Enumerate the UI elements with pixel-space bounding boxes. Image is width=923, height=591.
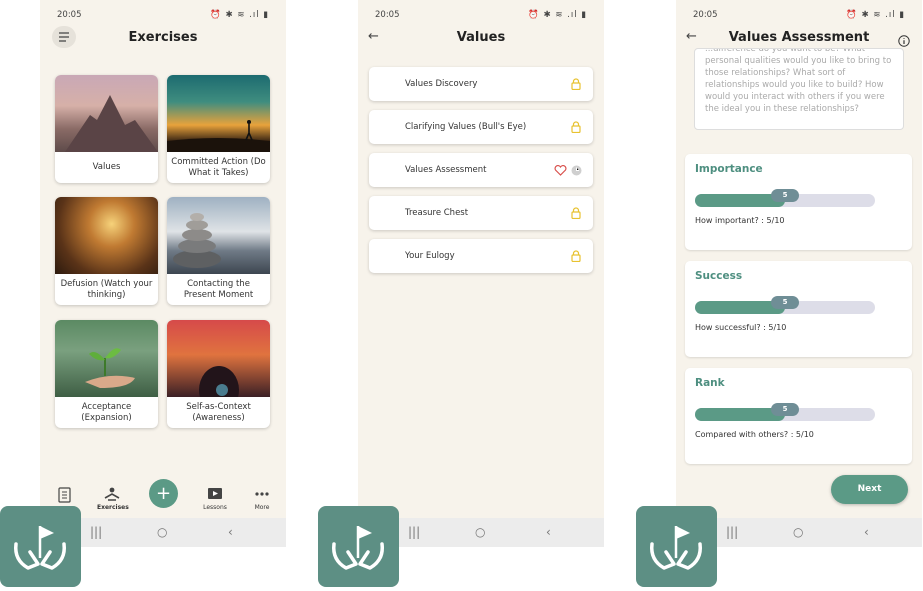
exercise-card-defusion[interactable]: Defusion (Watch your thinking)	[55, 197, 158, 305]
list-item-label: Values Discovery	[405, 79, 478, 89]
exercises-screen: 20:05 ⏰ ✱ ≋ .ıl ▮ Exercises Values Commi…	[40, 0, 286, 547]
lock-icon	[571, 207, 581, 219]
list-item-treasure-chest[interactable]: Treasure Chest	[369, 196, 593, 230]
recent-apps-button[interactable]: |||	[726, 525, 738, 539]
rank-slider[interactable]: 5	[695, 403, 875, 421]
rank-section: Rank 5 Compared with others? : 5/10	[685, 368, 912, 464]
importance-section: Importance 5 How important? : 5/10	[685, 154, 912, 250]
values-assessment-screen: 20:05 ⏰ ✱ ≋ .ıl ▮ ← Values Assessment ..…	[676, 0, 922, 547]
list-item-clarifying-values[interactable]: Clarifying Values (Bull's Eye)	[369, 110, 593, 144]
slider-knob[interactable]: 5	[771, 403, 799, 416]
card-label: Contacting the Present Moment	[183, 278, 254, 300]
exercise-card-committed-action[interactable]: Committed Action (Do What it Takes)	[167, 75, 270, 183]
home-button[interactable]: ○	[157, 525, 167, 539]
status-time: 20:05	[375, 10, 400, 20]
lock-icon	[571, 121, 581, 133]
slider-knob[interactable]: 5	[771, 296, 799, 309]
sprout-hand-image	[55, 320, 158, 397]
back-nav-button[interactable]: ‹	[228, 525, 233, 539]
exercises-tab-label: Exercises	[97, 504, 129, 511]
journal-tab[interactable]	[55, 487, 75, 503]
plus-icon: +	[155, 483, 172, 504]
hands-flag-logo-icon	[332, 526, 384, 570]
card-label: Defusion (Watch your thinking)	[60, 278, 153, 300]
app-logo	[318, 506, 399, 587]
journal-icon	[58, 487, 71, 503]
exercise-card-values[interactable]: Values	[55, 75, 158, 183]
card-label: Acceptance (Expansion)	[81, 401, 132, 423]
card-label: Committed Action (Do What it Takes)	[171, 156, 266, 178]
list-item-label: Values Assessment	[405, 165, 487, 175]
exercise-card-acceptance[interactable]: Acceptance (Expansion)	[55, 320, 158, 428]
status-time: 20:05	[57, 10, 82, 20]
lock-icon	[571, 78, 581, 90]
slider-caption: How important? : 5/10	[695, 216, 785, 225]
page-title: Values Assessment	[728, 30, 870, 45]
back-nav-button[interactable]: ‹	[546, 525, 551, 539]
list-item-values-discovery[interactable]: Values Discovery	[369, 67, 593, 101]
status-bar: 20:05 ⏰ ✱ ≋ .ıl ▮	[676, 0, 922, 28]
list-item-label: Clarifying Values (Bull's Eye)	[405, 122, 527, 132]
slider-caption: Compared with others? : 5/10	[695, 430, 814, 439]
info-icon	[898, 35, 910, 47]
video-icon	[208, 488, 222, 499]
mountain-image	[55, 75, 158, 152]
forest-light-image	[55, 197, 158, 274]
status-time: 20:05	[693, 10, 718, 20]
more-tab-label: More	[254, 504, 270, 511]
status-icons: ⏰ ✱ ≋ .ıl ▮	[846, 10, 905, 20]
home-button[interactable]: ○	[475, 525, 485, 539]
meditation-icon	[104, 487, 120, 501]
card-label: Self-as-Context (Awareness)	[186, 401, 251, 423]
list-item-values-assessment[interactable]: Values Assessment	[369, 153, 593, 187]
sunset-hiker-image	[167, 75, 270, 152]
hands-flag-logo-icon	[650, 526, 702, 570]
silhouette-sunset-image	[167, 320, 270, 414]
lessons-tab-label: Lessons	[203, 504, 227, 511]
app-logo	[0, 506, 81, 587]
more-dots-icon	[255, 492, 269, 496]
list-item-label: Your Eulogy	[405, 251, 455, 261]
next-button[interactable]: Next	[831, 475, 908, 504]
page-title: Values	[456, 30, 506, 45]
section-heading: Rank	[695, 377, 725, 389]
add-button[interactable]: +	[149, 479, 178, 508]
lessons-tab[interactable]: Lessons	[200, 486, 230, 516]
exercise-card-self-as-context[interactable]: Self-as-Context (Awareness)	[167, 320, 270, 428]
app-logo	[636, 506, 717, 587]
status-icons: ⏰ ✱ ≋ .ıl ▮	[210, 10, 269, 20]
question-textarea[interactable]: ...difference do you want to be? What pe…	[694, 48, 904, 130]
home-button[interactable]: ○	[793, 525, 803, 539]
exercise-card-present-moment[interactable]: Contacting the Present Moment	[167, 197, 270, 305]
card-label: Values	[92, 162, 121, 172]
status-bar: 20:05 ⏰ ✱ ≋ .ıl ▮	[40, 0, 286, 28]
heart-icon[interactable]	[554, 165, 567, 176]
lock-icon	[571, 250, 581, 262]
success-section: Success 5 How successful? : 5/10	[685, 261, 912, 357]
more-tab[interactable]: More	[247, 486, 277, 516]
recent-apps-button[interactable]: |||	[408, 525, 420, 539]
status-icons: ⏰ ✱ ≋ .ıl ▮	[528, 10, 587, 20]
status-bar: 20:05 ⏰ ✱ ≋ .ıl ▮	[358, 0, 604, 28]
recent-apps-button[interactable]: |||	[90, 525, 102, 539]
section-heading: Success	[695, 270, 743, 282]
slider-caption: How successful? : 5/10	[695, 323, 787, 332]
slider-knob[interactable]: 5	[771, 189, 799, 202]
page-title: Exercises	[128, 30, 198, 45]
list-item-your-eulogy[interactable]: Your Eulogy	[369, 239, 593, 273]
importance-slider[interactable]: 5	[695, 189, 875, 207]
section-heading: Importance	[695, 163, 763, 175]
stones-image	[167, 197, 270, 274]
hands-flag-logo-icon	[14, 526, 66, 570]
values-screen: 20:05 ⏰ ✱ ≋ .ıl ▮ ← Values Values Discov…	[358, 0, 604, 547]
question-text: ...difference do you want to be? What pe…	[705, 48, 892, 114]
list-item-label: Treasure Chest	[405, 208, 469, 218]
exercises-tab[interactable]: Exercises	[97, 486, 129, 516]
success-slider[interactable]: 5	[695, 296, 875, 314]
back-nav-button[interactable]: ‹	[864, 525, 869, 539]
clock-icon	[571, 165, 582, 176]
